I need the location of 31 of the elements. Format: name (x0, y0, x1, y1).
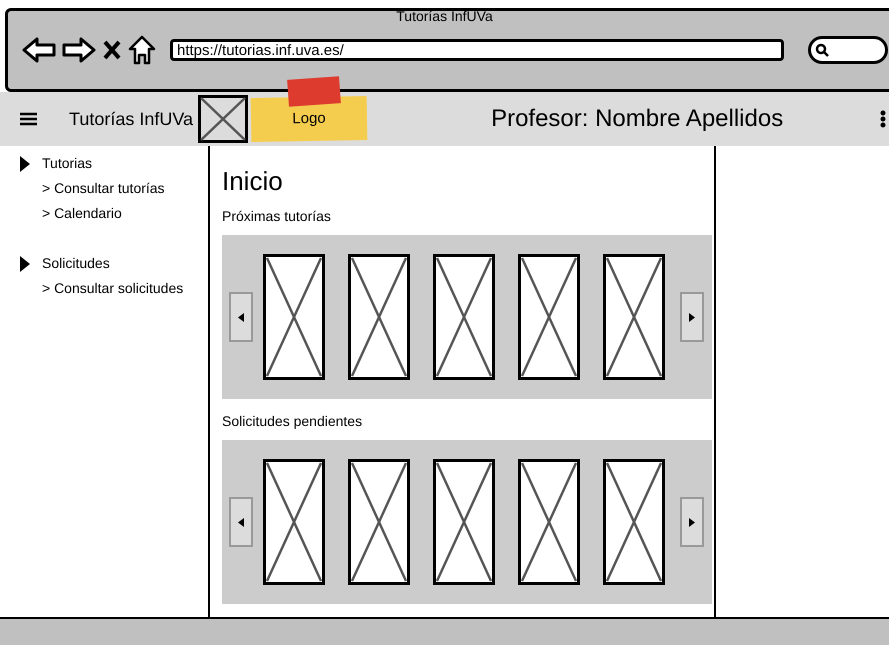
url-field[interactable]: https://tutorias.inf.uva.es/ (170, 39, 784, 61)
previous-button[interactable] (229, 497, 253, 547)
search-icon (815, 43, 829, 57)
back-icon[interactable] (22, 36, 56, 64)
page-title: Inicio (222, 166, 284, 196)
menu-icon[interactable] (20, 112, 37, 126)
search-field[interactable] (808, 36, 888, 64)
home-icon[interactable] (128, 35, 156, 65)
sidebar-item[interactable]: > Consultar solicitudes (42, 278, 184, 299)
section-title: Próximas tutorías (222, 207, 331, 226)
sidebar-item[interactable]: > Calendario (42, 203, 122, 224)
sidebar-item[interactable]: > Consultar tutorías (42, 178, 165, 199)
close-icon[interactable] (102, 39, 122, 61)
forward-icon[interactable] (62, 36, 96, 64)
user-name: Profesor: Nombre Apellidos (491, 104, 784, 134)
more-icon[interactable] (880, 110, 886, 128)
expand-icon[interactable] (20, 256, 30, 272)
app-name: Tutorías InfUVa (69, 108, 194, 130)
next-button[interactable] (680, 497, 704, 547)
caret-right-icon (689, 518, 695, 526)
expand-icon[interactable] (20, 156, 30, 172)
sidebar-section[interactable]: Solicitudes (42, 253, 110, 274)
sidebar-section[interactable]: Tutorias (42, 153, 92, 174)
window-title: Tutorías InfUVa (396, 6, 493, 26)
caret-left-icon (238, 312, 244, 322)
caret-left-icon (238, 518, 244, 526)
next-button[interactable] (680, 292, 704, 342)
caret-right-icon (689, 312, 695, 322)
previous-button[interactable] (229, 292, 253, 342)
section-title: Solicitudes pendientes (222, 412, 362, 431)
image-placeholder (198, 95, 248, 143)
